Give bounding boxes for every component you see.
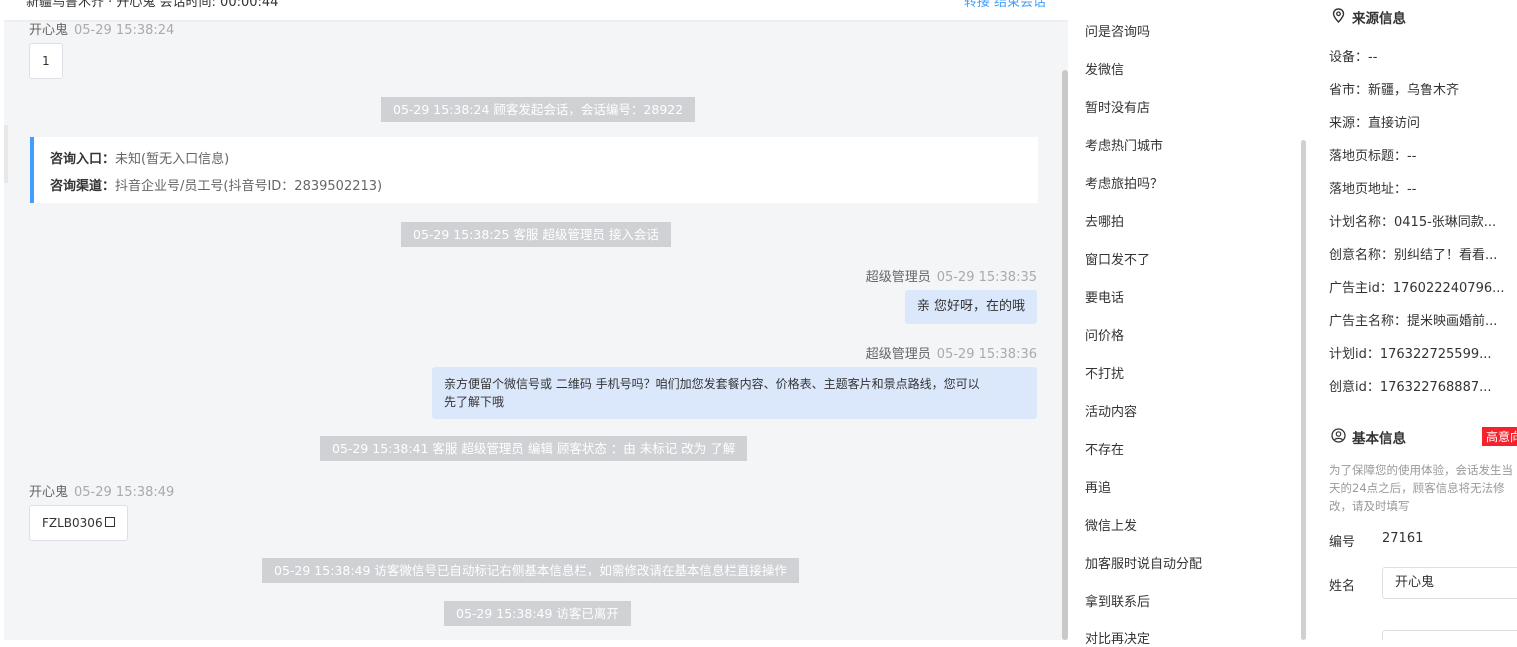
message-time: 05-29 15:38:35 [936, 270, 1037, 285]
intent-tag[interactable]: 高意向 [1482, 427, 1517, 446]
source-info-title: 来源信息 [1330, 7, 1406, 27]
entry-info-card: 咨询入口：未知(暂无入口信息) 咨询渠道：抖音企业号/员工号(抖音号ID：283… [30, 137, 1038, 203]
message-sender: 超级管理员 05-29 15:38:35 [866, 266, 1037, 285]
creative-id: 创意id：176322768887... [1329, 380, 1492, 395]
source-device: 设备：-- [1329, 50, 1378, 65]
location-pin-icon [1330, 8, 1346, 27]
copy-icon[interactable] [104, 517, 115, 527]
system-message: 05-29 15:38:41 客服 超级管理员 编辑 顾客状态 ：由 未标记 改… [320, 436, 748, 461]
quick-reply-item[interactable]: 暂时没有店 [1085, 97, 1150, 116]
quick-reply-scrollbar[interactable] [1301, 140, 1306, 640]
quick-reply-item[interactable]: 不存在 [1085, 439, 1124, 458]
quick-reply-item[interactable]: 去哪拍 [1085, 211, 1124, 230]
message-text: FZLB0306 [42, 516, 103, 530]
id-value: 27161 [1382, 531, 1424, 546]
quick-reply-item[interactable]: 不打扰 [1085, 363, 1124, 382]
message-sender: 开心鬼 05-29 15:38:49 [29, 481, 174, 500]
channel-row: 咨询渠道：抖音企业号/员工号(抖音号ID：2839502213) [50, 175, 382, 194]
visitor-message-bubble[interactable]: FZLB0306 [29, 505, 128, 541]
advertiser-name: 广告主名称：提米映画婚前... [1329, 314, 1498, 329]
message-text: 1 [42, 54, 50, 68]
channel-label: 咨询渠道： [50, 179, 116, 194]
advertiser-id: 广告主id：176022240796... [1329, 281, 1505, 296]
next-field-input[interactable] [1382, 630, 1517, 640]
chat-panel: 新疆乌鲁木齐 · 开心鬼 会话时间: 00:00:44 转接 结束会话 开心鬼 0… [4, 0, 1068, 640]
edit-hint: 为了保障您的使用体验，会话发生当天的24点之后，顾客信息将无法修改，请及时填写 [1329, 463, 1513, 513]
quick-reply-item[interactable]: 要电话 [1085, 287, 1124, 306]
quick-reply-item[interactable]: 微信上发 [1085, 515, 1137, 534]
message-time: 05-29 15:38:36 [936, 347, 1037, 362]
source-channel: 来源：直接访问 [1329, 116, 1421, 131]
agent-message-bubble[interactable]: 亲方便留个微信号或 二维码 手机号吗？咱们加您发套餐内容、价格表、主题客片和景点… [432, 367, 1037, 419]
quick-reply-item[interactable]: 问价格 [1085, 325, 1124, 344]
agent-message-bubble[interactable]: 亲 您好呀，在的哦 [904, 290, 1037, 324]
message-text: 亲 您好呀，在的哦 [916, 299, 1025, 314]
section-title-text: 基本信息 [1352, 431, 1406, 447]
sender-name: 超级管理员 [865, 270, 931, 285]
message-text: 亲方便留个微信号或 二维码 手机号吗？咱们加您发套餐内容、价格表、主题客片和景点… [444, 377, 980, 391]
id-label: 编号 [1329, 535, 1356, 550]
quick-reply-item[interactable]: 问是咨询吗 [1085, 21, 1150, 40]
system-message: 05-29 15:38:25 客服 超级管理员 接入会话 [401, 222, 671, 247]
user-circle-icon [1330, 428, 1346, 447]
left-edge-divider [4, 125, 8, 183]
quick-reply-item[interactable]: 对比再决定 [1085, 628, 1150, 647]
quick-reply-item[interactable]: 拿到联系后 [1085, 591, 1150, 610]
plan-id: 计划id：176322725599... [1329, 347, 1492, 362]
landing-page-url: 落地页地址：-- [1329, 182, 1417, 197]
name-input[interactable]: 开心鬼 [1382, 567, 1517, 599]
quick-reply-item[interactable]: 再追 [1085, 477, 1111, 496]
visitor-message-bubble[interactable]: 1 [29, 43, 63, 79]
customer-info-panel: 来源信息 设备：-- 省市：新疆，乌鲁木齐 来源：直接访问 落地页标题：-- 落… [1308, 0, 1517, 640]
message-text: 先了解下哦 [444, 395, 505, 409]
chat-header: 新疆乌鲁木齐 · 开心鬼 会话时间: 00:00:44 转接 结束会话 [4, 0, 1068, 20]
quick-reply-item[interactable]: 发微信 [1085, 59, 1124, 78]
sender-name: 开心鬼 [29, 23, 69, 38]
quick-reply-item[interactable]: 考虑热门城市 [1085, 135, 1163, 154]
message-time: 05-29 15:38:49 [74, 485, 175, 500]
sender-name: 开心鬼 [29, 485, 69, 500]
system-message: 05-29 15:38:49 访客微信号已自动标记右侧基本信息栏，如需修改请在基… [262, 558, 799, 583]
quick-reply-item[interactable]: 考虑旅拍吗？ [1085, 173, 1163, 192]
creative-name: 创意名称：别纠结了！看看... [1329, 248, 1498, 263]
quick-reply-item[interactable]: 活动内容 [1085, 401, 1137, 420]
entry-row: 咨询入口：未知(暂无入口信息) [50, 148, 229, 167]
session-info: 新疆乌鲁木齐 · 开心鬼 会话时间: 00:00:44 [26, 0, 279, 10]
channel-value: 抖音企业号/员工号(抖音号ID：2839502213) [115, 179, 383, 194]
section-title-text: 来源信息 [1352, 11, 1406, 27]
quick-reply-item[interactable]: 加客服时说自动分配 [1085, 553, 1202, 572]
entry-label: 咨询入口： [50, 152, 116, 167]
plan-name: 计划名称：0415-张琳同款... [1329, 215, 1497, 230]
message-time: 05-29 15:38:24 [74, 23, 175, 38]
session-actions[interactable]: 转接 结束会话 [964, 0, 1046, 10]
sender-name: 超级管理员 [865, 347, 931, 362]
source-region: 省市：新疆，乌鲁木齐 [1329, 83, 1460, 98]
system-message: 05-29 15:38:49 访客已离开 [444, 601, 631, 626]
entry-value: 未知(暂无入口信息) [115, 152, 230, 167]
message-sender: 开心鬼 05-29 15:38:24 [29, 19, 174, 38]
name-label: 姓名 [1329, 579, 1356, 594]
system-message: 05-29 15:38:24 顾客发起会话，会话编号：28922 [381, 97, 696, 122]
quick-reply-item[interactable]: 窗口发不了 [1085, 249, 1150, 268]
basic-info-title: 基本信息 [1330, 427, 1406, 447]
quick-reply-panel: 问是咨询吗 发微信 暂时没有店 考虑热门城市 考虑旅拍吗？ 去哪拍 窗口发不了 … [1068, 0, 1308, 647]
landing-page-title: 落地页标题：-- [1329, 149, 1417, 164]
message-sender: 超级管理员 05-29 15:38:36 [866, 343, 1037, 362]
